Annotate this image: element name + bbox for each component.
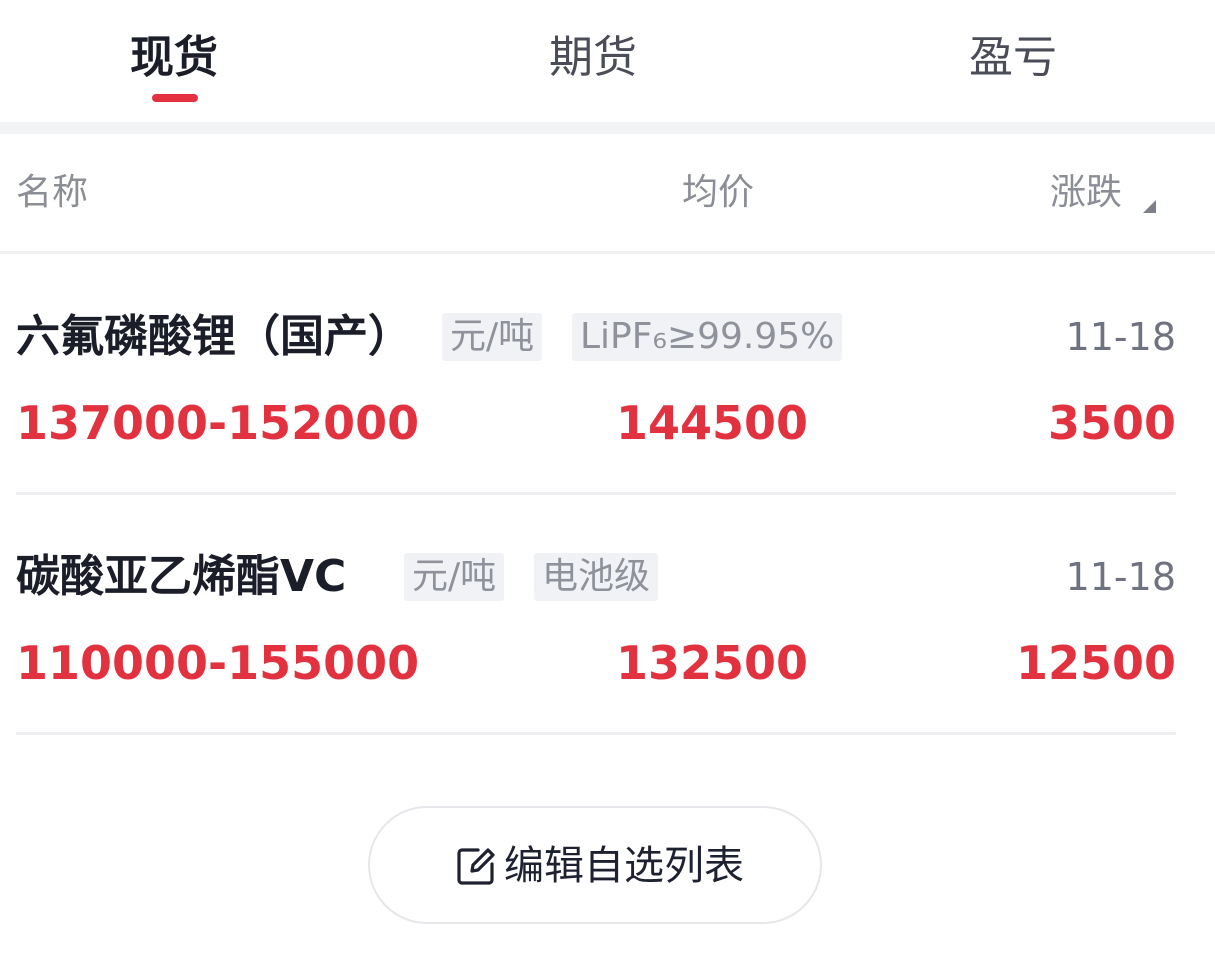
edit-icon: [457, 848, 495, 885]
unit-tag: 元/吨: [404, 553, 505, 601]
spec-tag: LiPF₆≥99.95%: [572, 313, 843, 361]
tab-spot[interactable]: 现货: [54, 28, 294, 88]
product-name: 六氟磷酸锂（国产）: [16, 311, 412, 362]
table-row[interactable]: 六氟磷酸锂（国产） 元/吨 LiPF₆≥99.95% 11-18 137000-…: [16, 257, 1176, 495]
price-date: 11-18: [1065, 315, 1176, 359]
spec-tag: 电池级: [534, 553, 659, 601]
table-row[interactable]: 碳酸亚乙烯酯VC 元/吨 电池级 11-18 110000-155000 132…: [16, 497, 1176, 735]
active-tab-indicator: [152, 94, 198, 102]
section-divider: [0, 122, 1215, 134]
average-price: 132500: [616, 636, 809, 690]
tab-profit-loss[interactable]: 盈亏: [893, 28, 1133, 88]
column-header-avg: 均价: [682, 172, 755, 213]
edit-watchlist-button[interactable]: 编辑自选列表: [368, 806, 822, 924]
column-header-change[interactable]: 涨跌: [1050, 168, 1122, 218]
price-change: 3500: [1047, 396, 1176, 450]
column-header-name: 名称: [16, 172, 89, 213]
average-price: 144500: [616, 396, 809, 450]
product-name: 碳酸亚乙烯酯VC: [16, 551, 347, 602]
sort-icon[interactable]: [1143, 200, 1156, 213]
table-header: 名称 均价 涨跌: [0, 134, 1215, 254]
price-date: 11-18: [1065, 555, 1176, 599]
price-change: 12500: [1015, 636, 1176, 690]
tab-futures[interactable]: 期货: [473, 28, 713, 88]
price-range: 110000-155000: [16, 636, 420, 690]
price-range: 137000-152000: [16, 396, 420, 450]
unit-tag: 元/吨: [442, 313, 543, 361]
tab-bar: 现货 期货 盈亏: [0, 0, 1215, 122]
edit-watchlist-label: 编辑自选列表: [504, 843, 744, 889]
